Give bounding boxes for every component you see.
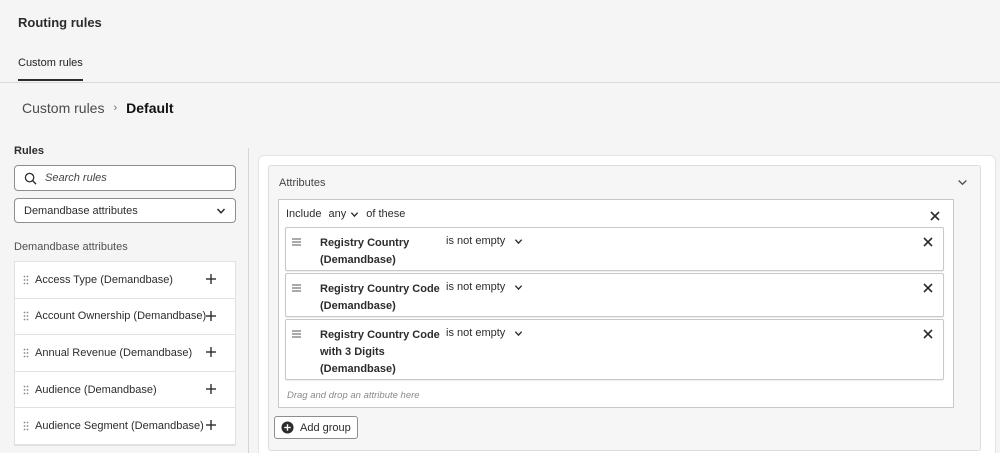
- breadcrumb: Custom rules › Default: [22, 100, 174, 116]
- close-icon[interactable]: [930, 211, 940, 221]
- include-label: Include: [286, 208, 322, 220]
- condition-operator[interactable]: is not empty: [446, 235, 523, 247]
- chevron-right-icon: ›: [113, 102, 118, 114]
- condition-group: Include any of these Registry Country (D…: [278, 199, 954, 408]
- condition-operator[interactable]: is not empty: [446, 327, 523, 339]
- list-item-label: Annual Revenue (Demandbase): [35, 346, 193, 359]
- drag-handle-icon[interactable]: [23, 311, 29, 321]
- drag-handle-icon[interactable]: [23, 421, 29, 431]
- chevron-down-icon: [216, 207, 226, 214]
- drag-handle-icon[interactable]: [292, 238, 301, 246]
- list-item-label: Audience (Demandbase): [35, 383, 157, 396]
- list-item-label: Audience Segment (Demandbase): [35, 420, 204, 433]
- attribute-list: Access Type (Demandbase) Account Ownersh…: [14, 261, 236, 446]
- drag-handle-icon[interactable]: [23, 275, 29, 285]
- plus-icon[interactable]: [205, 310, 217, 322]
- condition-attribute-name: Registry Country Code (Demandbase): [320, 283, 440, 312]
- add-circle-icon: [281, 421, 294, 434]
- drop-zone-hint[interactable]: Drag and drop an attribute here: [287, 390, 420, 401]
- tab-custom-rules[interactable]: Custom rules: [18, 57, 83, 81]
- plus-icon[interactable]: [205, 273, 217, 285]
- search-input[interactable]: [45, 172, 225, 184]
- plus-icon[interactable]: [205, 419, 217, 431]
- chevron-down-icon: [515, 284, 523, 290]
- condition-attribute-name: Registry Country (Demandbase): [320, 237, 410, 266]
- source-dropdown-value: Demandbase attributes: [24, 204, 138, 217]
- source-dropdown[interactable]: Demandbase attributes: [14, 198, 236, 223]
- chevron-down-icon[interactable]: [957, 177, 968, 188]
- add-group-button[interactable]: Add group: [274, 416, 358, 439]
- drag-handle-icon[interactable]: [292, 330, 301, 338]
- list-item-label: Access Type (Demandbase): [35, 273, 173, 286]
- close-icon[interactable]: [923, 283, 933, 293]
- panel-divider: [248, 148, 249, 453]
- chevron-down-icon: [515, 238, 523, 244]
- rules-panel-title: Rules: [14, 145, 44, 157]
- attribute-list-title: Demandbase attributes: [14, 241, 128, 253]
- plus-icon[interactable]: [205, 346, 217, 358]
- breadcrumb-parent[interactable]: Custom rules: [22, 100, 104, 116]
- condition-operator[interactable]: is not empty: [446, 281, 523, 293]
- plus-icon[interactable]: [205, 383, 217, 395]
- close-icon[interactable]: [923, 329, 933, 339]
- rules-panel: Rules Demandbase attributes Demandbase a…: [14, 145, 236, 446]
- drag-handle-icon[interactable]: [292, 284, 301, 292]
- chevron-down-icon: [351, 211, 359, 217]
- breadcrumb-current: Default: [126, 100, 174, 116]
- search-icon: [24, 172, 37, 185]
- condition-row[interactable]: Registry Country Code (Demandbase) is no…: [285, 273, 944, 317]
- group-header: Include any of these: [286, 208, 405, 220]
- app-title: Routing rules: [18, 15, 102, 30]
- chevron-down-icon: [515, 330, 523, 336]
- search-field[interactable]: [14, 165, 236, 191]
- attributes-title: Attributes: [279, 177, 326, 189]
- list-item[interactable]: Annual Revenue (Demandbase): [15, 335, 235, 372]
- list-item[interactable]: Account Ownership (Demandbase): [15, 299, 235, 336]
- rule-editor: Attributes Include any of these Registry…: [258, 155, 996, 453]
- close-icon[interactable]: [923, 237, 933, 247]
- drag-handle-icon[interactable]: [23, 348, 29, 358]
- condition-row[interactable]: Registry Country Code with 3 Digits (Dem…: [285, 319, 944, 380]
- drag-handle-icon[interactable]: [23, 385, 29, 395]
- group-suffix: of these: [366, 208, 406, 220]
- list-item-label: Account Ownership (Demandbase): [35, 310, 207, 323]
- list-item[interactable]: Audience (Demandbase): [15, 372, 235, 409]
- attributes-section: Attributes Include any of these Registry…: [268, 165, 981, 451]
- qualifier-value: any: [328, 208, 347, 220]
- add-group-label: Add group: [300, 421, 351, 434]
- condition-attribute-name: Registry Country Code with 3 Digits (Dem…: [320, 329, 440, 375]
- list-item[interactable]: Audience Segment (Demandbase): [15, 408, 235, 445]
- qualifier-picker[interactable]: any: [328, 208, 359, 220]
- tab-bar: Custom rules: [0, 50, 1000, 83]
- condition-row[interactable]: Registry Country (Demandbase) is not emp…: [285, 227, 944, 271]
- list-item[interactable]: Access Type (Demandbase): [15, 262, 235, 299]
